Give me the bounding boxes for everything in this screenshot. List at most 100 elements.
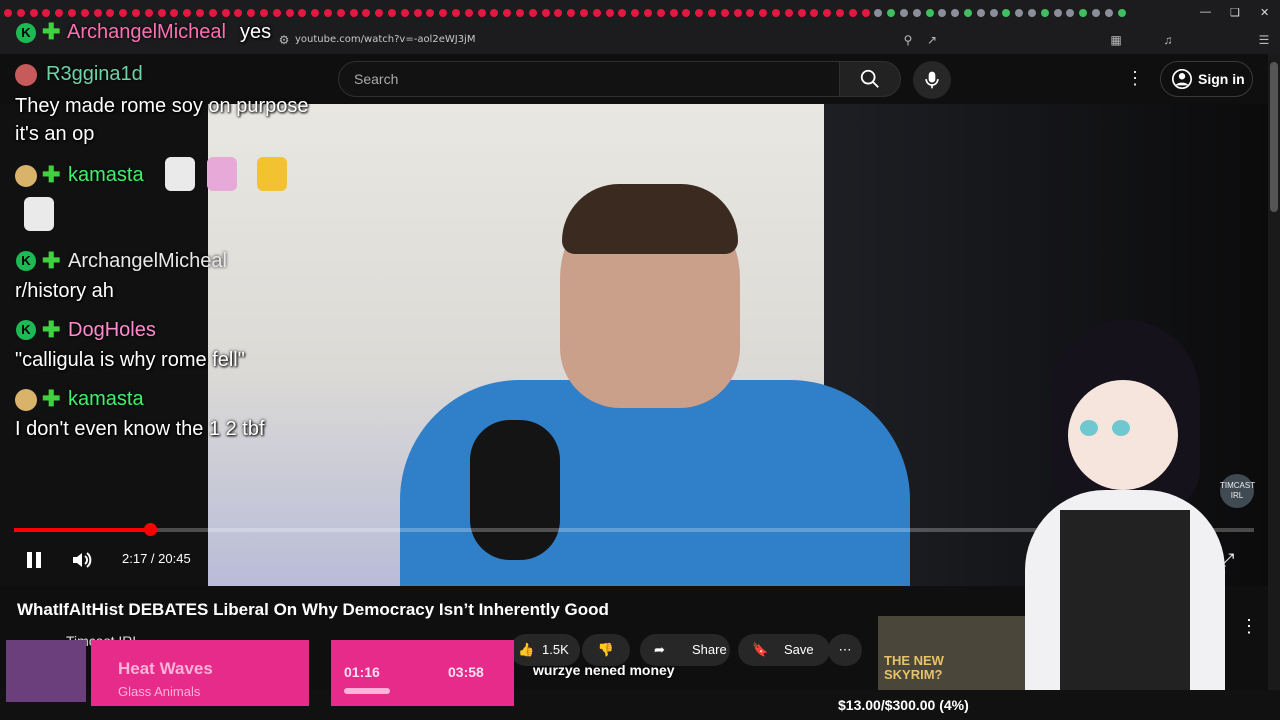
url-text[interactable]: youtube.com/watch?v=-aol2eWJ3jM bbox=[295, 34, 475, 45]
pause-button[interactable] bbox=[22, 548, 46, 572]
tab-favicon-icon[interactable] bbox=[68, 9, 76, 17]
settings-menu-icon[interactable]: ⋮ bbox=[1126, 68, 1144, 89]
tab-favicon-icon[interactable] bbox=[464, 9, 473, 17]
tab-favicon-icon[interactable] bbox=[183, 9, 192, 17]
site-info-icon[interactable]: ⚙ bbox=[276, 32, 292, 48]
minimize-icon[interactable]: — bbox=[1200, 6, 1211, 18]
voice-search-button[interactable] bbox=[913, 61, 951, 99]
maximize-icon[interactable]: ❑ bbox=[1230, 6, 1240, 19]
tab-favicon-icon[interactable] bbox=[682, 9, 691, 17]
tab-favicon-icon[interactable] bbox=[80, 9, 89, 17]
tab-favicon-icon[interactable] bbox=[285, 9, 294, 17]
tab-favicon-icon[interactable] bbox=[951, 9, 960, 17]
tab-favicon-icon[interactable] bbox=[1040, 9, 1049, 17]
music-icon[interactable]: ♫ bbox=[1160, 32, 1176, 48]
tab-favicon-icon[interactable] bbox=[16, 9, 25, 17]
tab-favicon-icon[interactable] bbox=[272, 9, 281, 17]
tab-favicon-icon[interactable] bbox=[1092, 9, 1100, 17]
tab-favicon-icon[interactable] bbox=[823, 9, 832, 17]
tab-favicon-icon[interactable] bbox=[1002, 9, 1011, 17]
tab-favicon-icon[interactable] bbox=[298, 9, 307, 17]
tab-favicon-icon[interactable] bbox=[388, 9, 396, 17]
tab-favicon-icon[interactable] bbox=[964, 9, 972, 17]
tab-favicon-icon[interactable] bbox=[528, 9, 537, 17]
tab-favicon-icon[interactable] bbox=[208, 9, 217, 17]
tab-favicon-icon[interactable] bbox=[400, 9, 409, 17]
tab-favicon-icon[interactable] bbox=[336, 9, 345, 17]
tab-favicon-icon[interactable] bbox=[413, 9, 422, 17]
tab-favicon-icon[interactable] bbox=[631, 9, 640, 17]
tab-favicon-icon[interactable] bbox=[477, 9, 486, 17]
tab-favicon-icon[interactable] bbox=[426, 9, 435, 17]
tab-favicon-icon[interactable] bbox=[55, 9, 64, 17]
tab-favicon-icon[interactable] bbox=[669, 9, 678, 17]
tab-favicon-icon[interactable] bbox=[311, 9, 320, 17]
tab-favicon-icon[interactable] bbox=[234, 9, 243, 17]
tab-favicon-icon[interactable] bbox=[362, 9, 371, 17]
tab-favicon-icon[interactable] bbox=[618, 9, 627, 17]
tab-favicon-icon[interactable] bbox=[797, 9, 806, 17]
tab-favicon-icon[interactable] bbox=[157, 9, 166, 17]
tab-favicon-icon[interactable] bbox=[720, 9, 729, 17]
tab-favicon-icon[interactable] bbox=[784, 9, 793, 17]
search-button[interactable] bbox=[839, 61, 901, 97]
tab-favicon-icon[interactable] bbox=[861, 9, 870, 17]
tab-favicon-icon[interactable] bbox=[247, 9, 256, 17]
tab-favicon-icon[interactable] bbox=[644, 9, 652, 17]
tab-favicon-icon[interactable] bbox=[733, 9, 742, 17]
tab-favicon-icon[interactable] bbox=[874, 9, 883, 17]
tab-favicon-icon[interactable] bbox=[567, 9, 576, 17]
tab-favicon-icon[interactable] bbox=[260, 9, 268, 17]
close-icon[interactable]: ✕ bbox=[1260, 6, 1269, 19]
tab-favicon-icon[interactable] bbox=[836, 9, 844, 17]
tab-favicon-icon[interactable] bbox=[93, 9, 102, 17]
share-page-icon[interactable]: ↗ bbox=[924, 32, 940, 48]
tab-favicon-icon[interactable] bbox=[580, 9, 588, 17]
search-input[interactable] bbox=[338, 61, 840, 97]
tab-favicon-icon[interactable] bbox=[746, 9, 755, 17]
tab-favicon-icon[interactable] bbox=[810, 9, 819, 17]
tab-favicon-icon[interactable] bbox=[938, 9, 947, 17]
volume-button[interactable] bbox=[70, 548, 94, 572]
channel-watermark[interactable]: TIMCAST IRL bbox=[1220, 474, 1255, 508]
tab-favicon-icon[interactable] bbox=[439, 9, 448, 17]
tab-favicon-icon[interactable] bbox=[912, 9, 921, 17]
tab-favicon-icon[interactable] bbox=[1104, 9, 1113, 17]
tab-favicon-icon[interactable] bbox=[324, 9, 332, 17]
tab-favicon-icon[interactable] bbox=[106, 9, 115, 17]
tab-favicon-icon[interactable] bbox=[170, 9, 179, 17]
tab-favicon-icon[interactable] bbox=[708, 9, 716, 17]
tab-favicon-icon[interactable] bbox=[1066, 9, 1075, 17]
tab-favicon-icon[interactable] bbox=[976, 9, 985, 17]
tab-favicon-icon[interactable] bbox=[554, 9, 563, 17]
tab-favicon-icon[interactable] bbox=[4, 9, 12, 17]
more-options-icon[interactable]: ⋮ bbox=[1240, 616, 1258, 637]
tab-favicon-icon[interactable] bbox=[772, 9, 780, 17]
tab-favicon-icon[interactable] bbox=[592, 9, 601, 17]
extensions-icon[interactable]: ▦ bbox=[1108, 32, 1124, 48]
tab-favicon-icon[interactable] bbox=[695, 9, 704, 17]
tab-favicon-icon[interactable] bbox=[989, 9, 998, 17]
more-actions-button[interactable]: ⋯ bbox=[828, 634, 862, 666]
tab-favicon-icon[interactable] bbox=[349, 9, 358, 17]
tab-favicon-icon[interactable] bbox=[1028, 9, 1036, 17]
tab-favicon-icon[interactable] bbox=[490, 9, 499, 17]
save-button[interactable]: 🔖 Save bbox=[738, 634, 830, 666]
tab-favicon-icon[interactable] bbox=[516, 9, 524, 17]
tab-favicon-icon[interactable] bbox=[1117, 9, 1126, 17]
tab-favicon-icon[interactable] bbox=[132, 9, 140, 17]
tab-favicon-icon[interactable] bbox=[1053, 9, 1062, 17]
tab-favicon-icon[interactable] bbox=[900, 9, 908, 17]
menu-icon[interactable]: ☰ bbox=[1256, 32, 1272, 48]
tab-favicon-icon[interactable] bbox=[1079, 9, 1088, 17]
tab-favicon-icon[interactable] bbox=[925, 9, 934, 17]
tab-favicon-icon[interactable] bbox=[119, 9, 128, 17]
tab-favicon-icon[interactable] bbox=[375, 9, 384, 17]
scrollbar-thumb[interactable] bbox=[1270, 62, 1278, 212]
tab-favicon-icon[interactable] bbox=[848, 9, 857, 17]
zoom-icon[interactable]: ⚲ bbox=[900, 32, 916, 48]
tab-favicon-icon[interactable] bbox=[503, 9, 512, 17]
tab-favicon-icon[interactable] bbox=[1015, 9, 1024, 17]
tab-favicon-icon[interactable] bbox=[452, 9, 460, 17]
tab-favicon-icon[interactable] bbox=[656, 9, 665, 17]
